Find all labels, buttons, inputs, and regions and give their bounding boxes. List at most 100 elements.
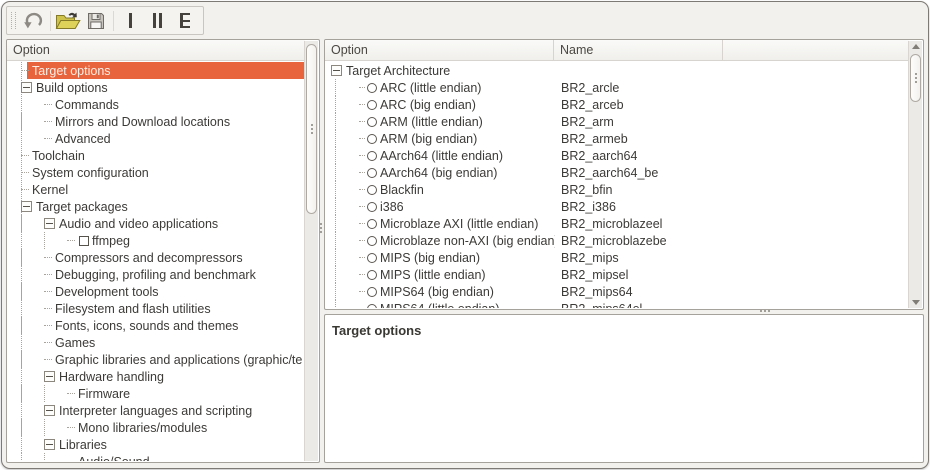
tree-item[interactable]: Advanced: [8, 130, 304, 147]
single-view-button[interactable]: [118, 9, 143, 33]
full-view-button[interactable]: [172, 9, 197, 33]
tree-guide: [21, 351, 44, 368]
tree-item[interactable]: Fonts, icons, sounds and themes: [8, 317, 304, 334]
arch-option-cell: ARM (big endian): [326, 130, 555, 147]
back-button[interactable]: [21, 9, 46, 33]
arch-row[interactable]: ARC (little endian)BR2_arcle: [326, 79, 908, 96]
tree-item[interactable]: Build options: [8, 79, 304, 96]
checkbox-icon[interactable]: [79, 236, 89, 246]
tree-guide: [335, 79, 359, 96]
save-config-button[interactable]: [83, 9, 108, 33]
tree-item[interactable]: Kernel: [8, 181, 304, 198]
expander-minus-icon[interactable]: [44, 371, 55, 382]
arch-row[interactable]: Microblaze non-AXI (big endian)BR2_micro…: [326, 232, 908, 249]
tree-item-label: Libraries: [59, 438, 107, 452]
tree-connector: [359, 257, 365, 258]
tree-connector: [359, 172, 365, 173]
radio-icon[interactable]: [367, 287, 377, 297]
arch-row[interactable]: MIPS (big endian)BR2_mips: [326, 249, 908, 266]
tree-item[interactable]: Hardware handling: [8, 368, 304, 385]
arch-row[interactable]: ARM (big endian)BR2_armeb: [326, 130, 908, 147]
name-column-header[interactable]: Name: [554, 40, 723, 60]
tree-connector: [359, 121, 365, 122]
right-scrollbar[interactable]: [908, 41, 922, 308]
tree-connector: [67, 393, 75, 394]
tree-item[interactable]: Target options: [8, 62, 304, 79]
tree-item-label: Commands: [55, 98, 119, 112]
tree-item[interactable]: Filesystem and flash utilities: [8, 300, 304, 317]
arch-row[interactable]: i386BR2_i386: [326, 198, 908, 215]
expander-minus-icon[interactable]: [44, 439, 55, 450]
tree-item[interactable]: Toolchain: [8, 147, 304, 164]
radio-icon[interactable]: [367, 270, 377, 280]
tree-connector: [67, 427, 75, 428]
radio-icon[interactable]: [367, 100, 377, 110]
left-scrollbar[interactable]: [304, 41, 318, 461]
tree-item[interactable]: Debugging, profiling and benchmark: [8, 266, 304, 283]
arch-row[interactable]: AArch64 (little endian)BR2_aarch64: [326, 147, 908, 164]
empty-column-header[interactable]: [723, 40, 909, 60]
tree-item[interactable]: Graphic libraries and applications (grap…: [8, 351, 304, 368]
radio-icon[interactable]: [367, 151, 377, 161]
radio-icon[interactable]: [367, 219, 377, 229]
scroll-up-icon[interactable]: [912, 44, 920, 49]
splitter-grip-icon: [320, 223, 322, 225]
tree-item[interactable]: Interpreter languages and scripting: [8, 402, 304, 419]
expander-minus-icon[interactable]: [44, 218, 55, 229]
tree-connector: [359, 87, 365, 88]
option-column-header[interactable]: Option: [325, 40, 554, 60]
scroll-down-icon[interactable]: [912, 300, 920, 305]
right-scrollbar-thumb[interactable]: [910, 54, 921, 102]
left-scrollbar-thumb[interactable]: [306, 44, 317, 214]
tree-connector: [359, 223, 365, 224]
arch-option-cell: AArch64 (big endian): [326, 164, 555, 181]
expander-minus-icon[interactable]: [44, 405, 55, 416]
expander-minus-icon[interactable]: [21, 82, 32, 93]
tree-item-label: Advanced: [55, 132, 111, 146]
tree-item[interactable]: Development tools: [8, 283, 304, 300]
tree-item[interactable]: Mirrors and Download locations: [8, 113, 304, 130]
radio-icon[interactable]: [367, 202, 377, 212]
arch-row[interactable]: MIPS64 (big endian)BR2_mips64: [326, 283, 908, 300]
expander-minus-icon[interactable]: [21, 201, 32, 212]
radio-icon[interactable]: [367, 185, 377, 195]
split-view-button[interactable]: [145, 9, 170, 33]
tree-item[interactable]: Mono libraries/modules: [8, 419, 304, 436]
arch-row[interactable]: AArch64 (big endian)BR2_aarch64_be: [326, 164, 908, 181]
toolbar-grip[interactable]: [11, 12, 16, 29]
option-column-header[interactable]: Option: [7, 40, 50, 60]
arch-row[interactable]: MIPS64 (little endian)BR2_mips64el: [326, 300, 908, 308]
radio-icon[interactable]: [367, 117, 377, 127]
tree-connector: [44, 257, 52, 258]
tree-item[interactable]: System configuration: [8, 164, 304, 181]
arch-option-label: AArch64 (big endian): [380, 166, 497, 180]
arch-row[interactable]: BlackfinBR2_bfin: [326, 181, 908, 198]
expander-minus-icon[interactable]: [331, 65, 342, 76]
arch-row[interactable]: ARC (big endian)BR2_arceb: [326, 96, 908, 113]
arch-row[interactable]: Target Architecture: [326, 62, 908, 79]
tree-item[interactable]: Audio/Sound: [8, 453, 304, 461]
arch-name-label: BR2_aarch64: [555, 149, 637, 163]
radio-icon[interactable]: [367, 253, 377, 263]
tree-item[interactable]: Firmware: [8, 385, 304, 402]
radio-icon[interactable]: [367, 134, 377, 144]
tree-item[interactable]: Audio and video applications: [8, 215, 304, 232]
load-config-button[interactable]: [55, 9, 81, 33]
tree-item[interactable]: Target packages: [8, 198, 304, 215]
radio-icon[interactable]: [367, 236, 377, 246]
tree-item[interactable]: ffmpeg: [8, 232, 304, 249]
tree-item[interactable]: Compressors and decompressors: [8, 249, 304, 266]
tree-item[interactable]: Libraries: [8, 436, 304, 453]
radio-icon[interactable]: [367, 83, 377, 93]
radio-icon[interactable]: [367, 168, 377, 178]
arch-row[interactable]: MIPS (little endian)BR2_mipsel: [326, 266, 908, 283]
arch-row[interactable]: ARM (little endian)BR2_arm: [326, 113, 908, 130]
single-pane-icon: [129, 13, 132, 28]
tree-guide: [335, 181, 359, 198]
tree-item[interactable]: Commands: [8, 96, 304, 113]
tree-guide: [44, 385, 67, 402]
left-panel-header: Option: [7, 40, 305, 61]
tree-guide: [21, 266, 44, 283]
arch-row[interactable]: Microblaze AXI (little endian)BR2_microb…: [326, 215, 908, 232]
tree-item[interactable]: Games: [8, 334, 304, 351]
